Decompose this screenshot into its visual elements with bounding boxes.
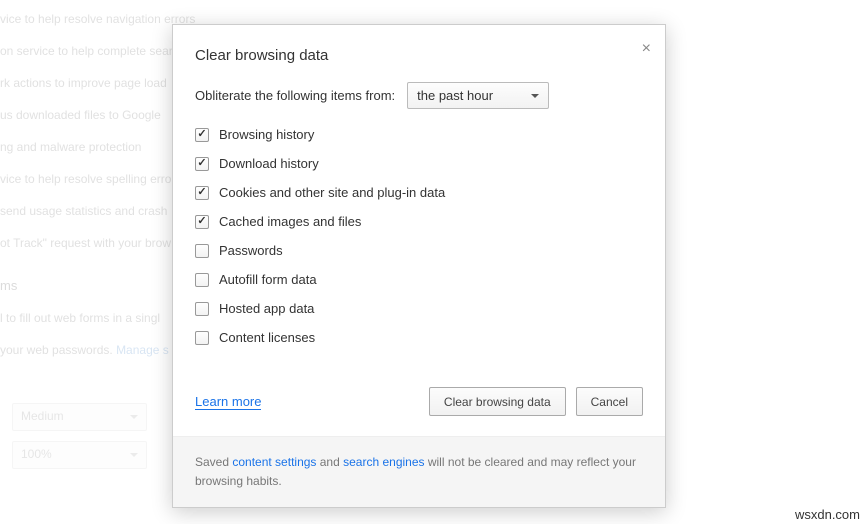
item-cached[interactable]: Cached images and files bbox=[195, 214, 643, 229]
checkbox-label: Hosted app data bbox=[219, 301, 314, 316]
checkbox-icon[interactable] bbox=[195, 157, 209, 171]
dialog-actions: Learn more Clear browsing data Cancel bbox=[173, 379, 665, 436]
watermark: wsxdn.com bbox=[795, 507, 860, 522]
dialog-title: Clear browsing data bbox=[195, 47, 643, 64]
checkbox-label: Autofill form data bbox=[219, 272, 317, 287]
dialog-footer: Saved content settings and search engine… bbox=[173, 436, 665, 507]
close-icon[interactable]: × bbox=[642, 41, 651, 57]
checkbox-icon[interactable] bbox=[195, 273, 209, 287]
time-range-value: the past hour bbox=[417, 88, 493, 103]
item-download-history[interactable]: Download history bbox=[195, 156, 643, 171]
clear-browsing-data-button[interactable]: Clear browsing data bbox=[429, 387, 566, 416]
content-settings-link[interactable]: content settings bbox=[232, 455, 316, 469]
action-buttons: Clear browsing data Cancel bbox=[429, 387, 643, 416]
item-autofill[interactable]: Autofill form data bbox=[195, 272, 643, 287]
search-engines-link[interactable]: search engines bbox=[343, 455, 424, 469]
checkbox-label: Browsing history bbox=[219, 127, 314, 142]
time-range-select[interactable]: the past hour bbox=[407, 82, 549, 109]
checkbox-icon[interactable] bbox=[195, 215, 209, 229]
item-content-licenses[interactable]: Content licenses bbox=[195, 330, 643, 345]
checkbox-label: Download history bbox=[219, 156, 319, 171]
checkbox-label: Passwords bbox=[219, 243, 283, 258]
checkbox-icon[interactable] bbox=[195, 331, 209, 345]
checkbox-label: Content licenses bbox=[219, 330, 315, 345]
checkbox-icon[interactable] bbox=[195, 244, 209, 258]
item-browsing-history[interactable]: Browsing history bbox=[195, 127, 643, 142]
dialog-body: Obliterate the following items from: the… bbox=[173, 82, 665, 379]
cancel-button[interactable]: Cancel bbox=[576, 387, 643, 416]
item-passwords[interactable]: Passwords bbox=[195, 243, 643, 258]
checkbox-icon[interactable] bbox=[195, 302, 209, 316]
checkbox-label: Cookies and other site and plug-in data bbox=[219, 185, 445, 200]
time-range-row: Obliterate the following items from: the… bbox=[195, 82, 643, 109]
item-hosted-app[interactable]: Hosted app data bbox=[195, 301, 643, 316]
clear-browsing-data-dialog: Clear browsing data × Obliterate the fol… bbox=[172, 24, 666, 508]
dialog-header: Clear browsing data × bbox=[173, 25, 665, 82]
item-cookies[interactable]: Cookies and other site and plug-in data bbox=[195, 185, 643, 200]
checkbox-label: Cached images and files bbox=[219, 214, 361, 229]
checkbox-icon[interactable] bbox=[195, 186, 209, 200]
obliterate-label: Obliterate the following items from: bbox=[195, 88, 395, 103]
checkbox-icon[interactable] bbox=[195, 128, 209, 142]
learn-more-link[interactable]: Learn more bbox=[195, 394, 261, 410]
clear-items-list: Browsing history Download history Cookie… bbox=[195, 127, 643, 345]
